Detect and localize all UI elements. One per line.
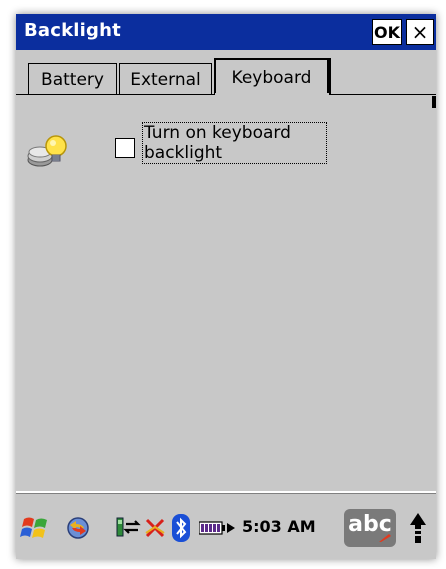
tab-divider-gap — [215, 93, 329, 96]
keyboard-backlight-checkbox[interactable] — [115, 138, 135, 158]
tab-strip: Battery External Keyboard — [16, 50, 436, 95]
tab-battery[interactable]: Battery — [28, 63, 117, 95]
keyboard-backlight-label[interactable]: Turn on keyboard backlight — [142, 122, 327, 164]
close-button[interactable]: × — [406, 19, 434, 45]
windows-start-icon[interactable] — [20, 513, 50, 543]
bluetooth-icon[interactable] — [172, 514, 190, 542]
device-screen: Backlight OK × Battery External Keyboard… — [16, 14, 436, 559]
tab-external[interactable]: External — [119, 63, 212, 95]
lightbulb-icon — [27, 135, 67, 167]
signal-icon[interactable] — [116, 515, 142, 541]
taskbar: 5:03 AM abc — [16, 491, 436, 559]
input-panel-button[interactable]: abc — [344, 509, 396, 547]
ok-button[interactable]: OK — [372, 19, 402, 45]
expand-arrow-icon[interactable] — [226, 522, 236, 534]
connection-error-icon[interactable] — [144, 517, 166, 539]
title-bar: Backlight OK × — [16, 14, 436, 50]
pen-icon — [379, 534, 391, 542]
up-arrow-icon[interactable] — [408, 511, 428, 545]
battery-icon[interactable] — [199, 521, 225, 535]
keyboard-tab-content: Turn on keyboard backlight — [16, 96, 436, 491]
tab-keyboard[interactable]: Keyboard — [214, 58, 329, 95]
sync-icon[interactable] — [64, 515, 92, 541]
window-title: Backlight — [24, 20, 121, 41]
clock[interactable]: 5:03 AM — [242, 517, 316, 536]
label-line-1: Turn on keyboard — [144, 123, 291, 143]
label-line-2: backlight — [144, 143, 223, 163]
